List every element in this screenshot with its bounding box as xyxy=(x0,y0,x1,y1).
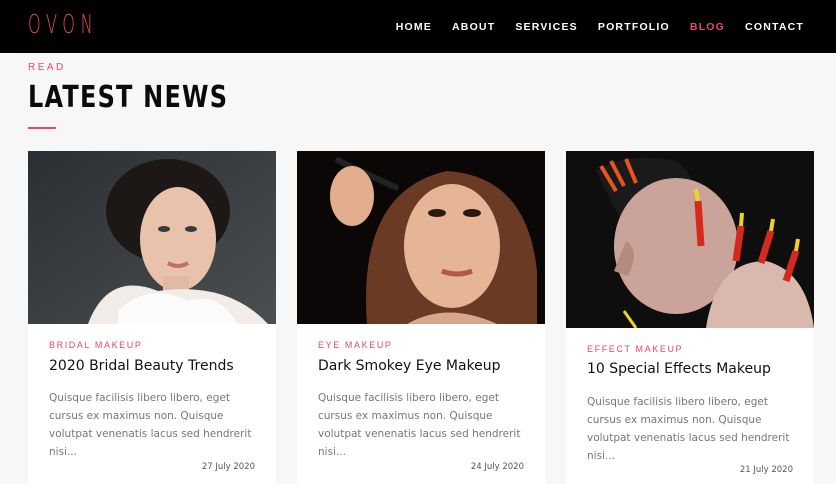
post-excerpt: Quisque facilisis libero libero, eget cu… xyxy=(49,392,252,458)
post-date: 24 July 2020 xyxy=(470,462,524,472)
post-category[interactable]: EYE MAKEUP xyxy=(318,340,393,350)
section-title: LATEST NEWS xyxy=(28,80,229,115)
post-image[interactable] xyxy=(28,151,276,324)
post-date: 27 July 2020 xyxy=(201,462,255,472)
post-title[interactable]: 2020 Bridal Beauty Trends xyxy=(49,358,234,374)
nav-contact[interactable]: CONTACT xyxy=(745,21,804,33)
post-date: 21 July 2020 xyxy=(739,465,793,475)
nav-home[interactable]: HOME xyxy=(396,21,432,33)
post-title[interactable]: 10 Special Effects Makeup xyxy=(587,361,771,377)
post-title[interactable]: Dark Smokey Eye Makeup xyxy=(318,358,501,374)
nav-portfolio[interactable]: PORTFOLIO xyxy=(598,21,670,33)
nav-services[interactable]: SERVICES xyxy=(515,21,578,33)
main-menu: HOME ABOUT SERVICES PORTFOLIO BLOG CONTA… xyxy=(396,0,804,53)
nav-about[interactable]: ABOUT xyxy=(452,21,495,33)
blog-card[interactable]: EFFECT MAKEUP 10 Special Effects Makeup … xyxy=(566,151,814,484)
nav-blog[interactable]: BLOG xyxy=(690,21,725,33)
site-logo[interactable]: OVON xyxy=(28,10,98,40)
top-nav-bar: OVON HOME ABOUT SERVICES PORTFOLIO BLOG … xyxy=(0,0,836,53)
post-excerpt: Quisque facilisis libero libero, eget cu… xyxy=(587,396,790,462)
post-image[interactable] xyxy=(566,151,814,328)
title-divider xyxy=(28,127,56,129)
post-category[interactable]: EFFECT MAKEUP xyxy=(587,344,683,354)
post-category[interactable]: BRIDAL MAKEUP xyxy=(49,340,143,350)
post-excerpt: Quisque facilisis libero libero, eget cu… xyxy=(318,392,521,458)
section-sub-label: READ xyxy=(28,62,66,73)
blog-card[interactable]: EYE MAKEUP Dark Smokey Eye Makeup Quisqu… xyxy=(297,151,545,484)
blog-card[interactable]: BRIDAL MAKEUP 2020 Bridal Beauty Trends … xyxy=(28,151,276,484)
post-image[interactable] xyxy=(297,151,545,324)
